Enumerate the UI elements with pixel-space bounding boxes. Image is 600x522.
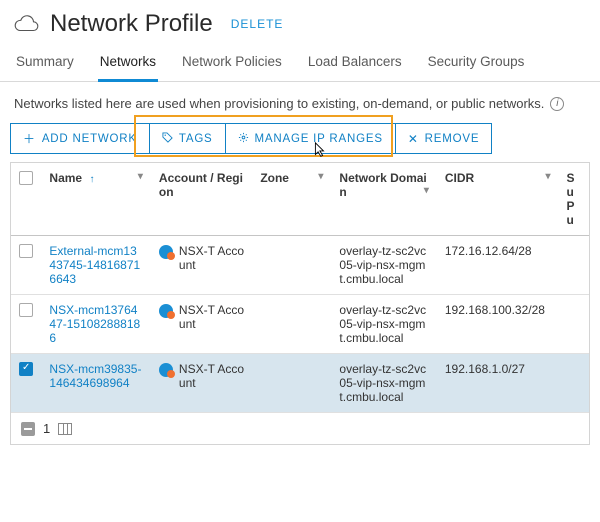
remove-button[interactable]: ✕ REMOVE [395,123,493,154]
row-checkbox[interactable] [19,244,33,258]
selected-count: 1 [43,421,50,436]
description-text: Networks listed here are used when provi… [14,96,544,111]
table-row[interactable]: NSX-mcm1376447-151082888186 NSX-T Account… [11,295,589,354]
network-name-link[interactable]: NSX-mcm39835-146434698964 [49,362,141,390]
col-domain[interactable]: Network Domain ▾ [331,163,436,236]
tags-label: TAGS [179,133,213,145]
tab-security-groups[interactable]: Security Groups [426,46,527,81]
select-all-checkbox[interactable] [19,171,33,185]
filter-icon[interactable]: ▾ [546,171,551,182]
add-network-button[interactable]: ＋ ADD NETWORK [10,123,150,154]
manage-ip-ranges-label: MANAGE IP RANGES [255,133,383,145]
sort-asc-icon: ↑ [89,174,94,185]
gear-icon [238,132,249,146]
col-zone[interactable]: Zone ▾ [252,163,331,236]
column-toggle-icon[interactable] [58,423,72,435]
tab-networks[interactable]: Networks [98,46,158,82]
filter-icon[interactable]: ▾ [424,185,429,196]
domain-text: overlay-tz-sc2vc05-vip-nsx-mgmt.cmbu.loc… [339,244,426,286]
filter-icon[interactable]: ▾ [318,171,323,182]
plus-icon: ＋ [23,130,36,147]
footer-checkbox[interactable] [21,422,35,436]
nsxt-icon [159,363,173,377]
networks-grid: Name ↑ ▾ Account / Region Zone ▾ Network… [10,162,590,445]
tab-load-balancers[interactable]: Load Balancers [306,46,404,81]
tags-button[interactable]: TAGS [149,123,226,154]
remove-icon: ✕ [408,132,419,146]
domain-text: overlay-tz-sc2vc05-vip-nsx-mgmt.cmbu.loc… [339,303,426,345]
cidr-text: 192.168.100.32/28 [445,303,545,317]
cloud-icon [14,13,40,35]
cidr-text: 172.16.12.64/28 [445,244,532,258]
tag-icon [162,132,173,146]
account-text: NSX-T Account [179,244,244,272]
delete-link[interactable]: DELETE [231,17,284,31]
col-name[interactable]: Name ↑ ▾ [41,163,151,236]
table-row[interactable]: NSX-mcm39835-146434698964 NSX-T Account ov… [11,354,589,413]
row-checkbox[interactable] [19,362,33,376]
network-name-link[interactable]: NSX-mcm1376447-151082888186 [49,303,140,345]
account-text: NSX-T Account [179,303,244,331]
row-checkbox[interactable] [19,303,33,317]
domain-text: overlay-tz-sc2vc05-vip-nsx-mgmt.cmbu.loc… [339,362,426,404]
grid-footer: 1 [11,413,589,444]
network-name-link[interactable]: External-mcm1343745-148168716643 [49,244,140,286]
nsxt-icon [159,304,173,318]
page-title: Network Profile [50,10,213,38]
tab-summary[interactable]: Summary [14,46,76,81]
table-row[interactable]: External-mcm1343745-148168716643 NSX-T Ac… [11,236,589,295]
col-account[interactable]: Account / Region [151,163,252,236]
filter-icon[interactable]: ▾ [138,171,143,182]
tab-policies[interactable]: Network Policies [180,46,284,81]
toolbar: ＋ ADD NETWORK TAGS MANAGE IP RANGES ✕ RE… [10,123,590,154]
nsxt-icon [159,245,173,259]
col-support[interactable]: Su Pu [559,163,589,236]
remove-label: REMOVE [425,133,480,145]
tab-bar: Summary Networks Network Policies Load B… [0,46,600,82]
cidr-text: 192.168.1.0/27 [445,362,525,376]
add-network-label: ADD NETWORK [42,133,137,145]
manage-ip-ranges-button[interactable]: MANAGE IP RANGES [225,123,396,154]
info-icon[interactable]: i [550,97,564,111]
col-cidr[interactable]: CIDR ▾ [437,163,559,236]
account-text: NSX-T Account [179,362,244,390]
